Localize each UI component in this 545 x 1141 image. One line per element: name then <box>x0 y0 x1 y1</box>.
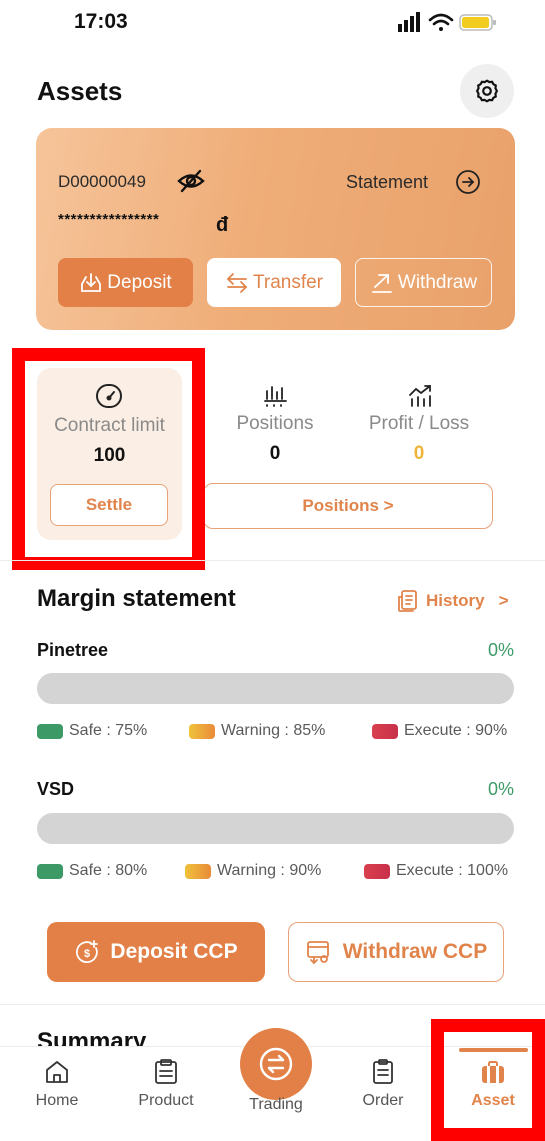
execute-swatch <box>372 723 398 739</box>
withdraw-label: Withdraw <box>397 271 478 293</box>
exchange-circle-icon <box>259 1047 293 1081</box>
legend-safe-text: Safe : 80% <box>69 862 148 879</box>
positions-button[interactable]: Positions > <box>203 483 493 529</box>
group-title-pinetree: Pinetree <box>37 640 109 660</box>
deposit-label: Deposit <box>107 271 172 293</box>
nav-trading-label: Trading <box>249 1096 303 1113</box>
trend-chart-icon <box>409 385 431 407</box>
legend-safe-text: Safe : 75% <box>69 722 148 739</box>
masked-balance: **************** <box>58 211 160 228</box>
transfer-button[interactable]: Transfer <box>207 258 341 307</box>
withdraw-ccp-label: Withdraw CCP <box>342 940 488 963</box>
status-icons <box>398 12 496 32</box>
arrow-up-right-icon <box>372 273 392 293</box>
bar-ticks-icon <box>264 386 287 407</box>
settings-button[interactable] <box>460 64 514 118</box>
group-percent-vsd: 0% <box>487 779 514 799</box>
history-doc-icon <box>398 590 417 612</box>
nav-product-label: Product <box>138 1092 194 1109</box>
history-link[interactable]: History > <box>396 588 509 614</box>
legend-execute-text: Execute : 100% <box>396 862 509 879</box>
status-time: 17:03 <box>74 10 128 33</box>
nav-product[interactable]: Product <box>121 1058 211 1110</box>
svg-text:$: $ <box>84 948 90 960</box>
safe-swatch <box>37 863 63 879</box>
transfer-label: Transfer <box>252 271 324 293</box>
currency-symbol: đ <box>216 214 229 236</box>
clipboard-icon <box>373 1059 393 1084</box>
section-divider <box>0 560 545 561</box>
legend-warning: Warning : 85% <box>189 722 325 740</box>
statement-link[interactable]: Statement <box>346 172 428 193</box>
safe-swatch <box>37 723 63 739</box>
profit-loss-label: Profit / Loss <box>368 413 470 434</box>
legend-execute: Execute : 90% <box>372 722 507 740</box>
account-id: D00000049 <box>58 172 146 191</box>
nav-home-label: Home <box>35 1092 79 1109</box>
legend-safe: Safe : 75% <box>37 722 147 740</box>
download-tray-icon <box>81 272 102 292</box>
withdraw-button[interactable]: Withdraw <box>355 258 492 307</box>
history-label: History <box>426 591 485 610</box>
legend-warning: Warning : 90% <box>185 862 321 880</box>
positions-value: 0 <box>269 443 281 464</box>
battery-icon <box>459 14 496 31</box>
gear-icon <box>475 79 499 103</box>
nav-home[interactable]: Home <box>12 1058 102 1110</box>
dollar-circle-icon: $ <box>76 940 99 964</box>
page-title: Assets <box>37 76 123 106</box>
withdraw-card-icon <box>306 941 329 965</box>
highlight-box-asset <box>431 1019 545 1141</box>
legend-warning-text: Warning : 90% <box>217 862 322 879</box>
group-title-vsd: VSD <box>37 779 75 799</box>
margin-statement-title: Margin statement <box>37 585 236 612</box>
group-percent-pinetree: 0% <box>487 640 514 660</box>
execute-swatch <box>364 863 390 879</box>
chevron-right-icon: > <box>498 591 509 610</box>
warning-swatch <box>189 723 215 739</box>
legend-safe: Safe : 80% <box>37 862 147 880</box>
signal-icon <box>398 12 420 32</box>
section-divider <box>0 1004 545 1005</box>
eye-off-icon[interactable] <box>176 168 206 194</box>
trading-fab[interactable] <box>240 1028 312 1100</box>
legend-warning-text: Warning : 85% <box>221 722 326 739</box>
highlight-box-contract-limit <box>12 348 205 570</box>
nav-trading[interactable]: Trading <box>231 1096 321 1114</box>
deposit-button[interactable]: Deposit <box>58 258 193 307</box>
legend-execute-text: Execute : 90% <box>404 722 508 739</box>
wifi-icon <box>428 13 454 31</box>
margin-bar-vsd <box>37 813 514 844</box>
nav-order[interactable]: Order <box>338 1058 428 1110</box>
margin-bar-pinetree <box>37 673 514 704</box>
warning-swatch <box>185 863 211 879</box>
arrow-circle-right-icon[interactable] <box>455 169 481 195</box>
legend-execute: Execute : 100% <box>364 862 508 880</box>
positions-label: Positions <box>236 413 314 434</box>
deposit-ccp-button[interactable]: $ Deposit CCP <box>47 922 265 982</box>
swap-arrows-icon <box>226 272 248 293</box>
profit-loss-value: 0 <box>413 443 425 464</box>
product-list-icon <box>155 1059 177 1084</box>
home-icon <box>46 1061 68 1083</box>
withdraw-ccp-button[interactable]: Withdraw CCP <box>288 922 504 982</box>
deposit-ccp-label: Deposit CCP <box>110 940 238 963</box>
nav-order-label: Order <box>362 1092 404 1109</box>
